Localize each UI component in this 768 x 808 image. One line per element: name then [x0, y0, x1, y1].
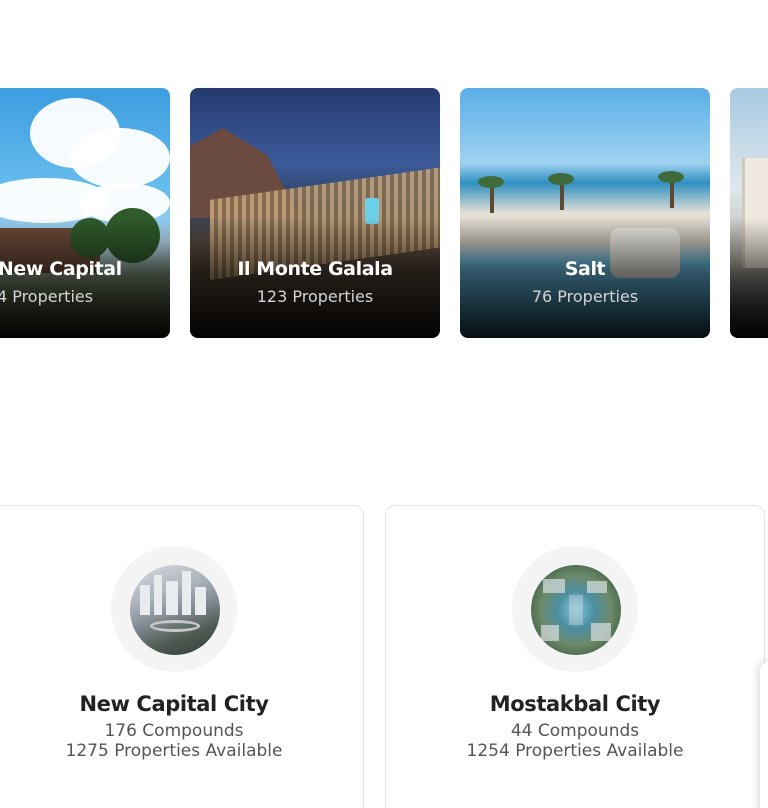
project-caption: [730, 258, 768, 265]
city-avatar-ring: [512, 546, 638, 672]
city-compounds: 44 Compounds: [510, 721, 640, 741]
project-caption: Salt 76 Properties: [460, 258, 710, 306]
city-compounds: 176 Compounds: [104, 721, 244, 741]
city-properties: 1254 Properties Available: [466, 741, 684, 761]
city-properties: 1275 Properties Available: [65, 741, 283, 761]
offscreen-panel-edge: [760, 660, 768, 808]
project-name: Il Monte Galala: [237, 258, 393, 280]
project-caption: Il Monte Galala 123 Properties: [190, 258, 440, 306]
project-count: 4 Properties: [0, 287, 94, 306]
city-name: Mostakbal City: [489, 692, 661, 716]
city-card[interactable]: Mostakbal City 44 Compounds 1254 Propert…: [385, 505, 765, 808]
project-count: 76 Properties: [531, 287, 639, 306]
project-count: 123 Properties: [256, 287, 374, 306]
project-card[interactable]: Salt 76 Properties: [460, 88, 710, 338]
city-card[interactable]: New Capital City 176 Compounds 1275 Prop…: [0, 505, 364, 808]
card-overlay: [730, 218, 768, 338]
city-avatar-ring: [111, 546, 237, 672]
city-name: New Capital City: [79, 692, 269, 716]
city-image: [531, 565, 621, 655]
project-card[interactable]: Il Monte Galala 123 Properties: [190, 88, 440, 338]
projects-carousel: co New Capital 4 Properties Il Monte Gal…: [0, 88, 768, 338]
project-card[interactable]: co New Capital 4 Properties: [0, 88, 170, 338]
project-card[interactable]: [730, 88, 768, 338]
project-caption: co New Capital 4 Properties: [0, 258, 170, 306]
project-name: co New Capital: [0, 258, 122, 280]
project-name: Salt: [564, 258, 606, 280]
city-image: [130, 565, 220, 655]
